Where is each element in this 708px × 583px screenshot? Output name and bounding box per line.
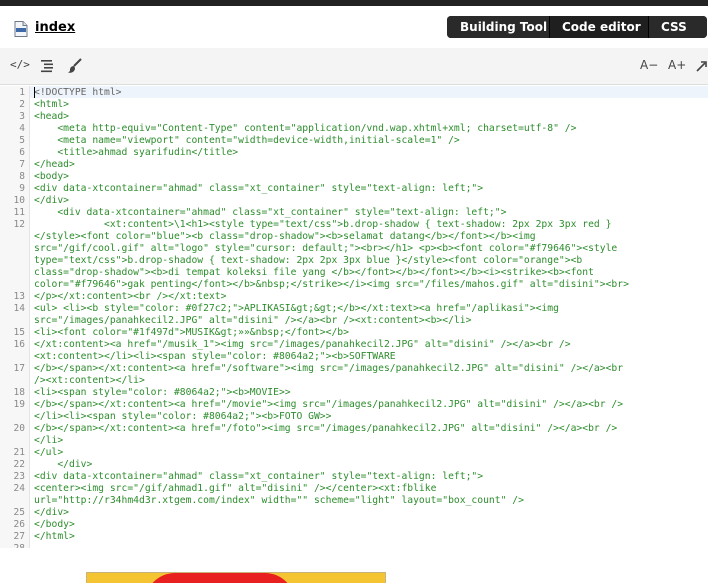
- code-line: </ul>: [34, 447, 64, 458]
- code-line: </head>: [34, 159, 75, 170]
- code-line: </xt:content><a href="/musik_1"><img src…: [34, 339, 571, 350]
- text-cursor: [34, 87, 35, 98]
- font-larger-button[interactable]: A+: [668, 56, 686, 74]
- line-number: 26: [13, 519, 25, 530]
- code-line: <title>ahmad syarifudin</title>: [34, 147, 239, 158]
- code-line: </div>: [34, 195, 69, 206]
- line-number: 6: [19, 147, 25, 158]
- line-number: 27: [13, 531, 25, 542]
- code-line: <xt:content>\1<h1><style type="text/css"…: [34, 219, 612, 230]
- line-number: 4: [19, 123, 25, 134]
- line-number: 16: [13, 339, 25, 350]
- page-title[interactable]: index: [35, 20, 75, 35]
- code-line: type="text/css">b.drop-shadow { text-sha…: [34, 255, 583, 266]
- line-number: 28: [0, 543, 25, 548]
- active-line-highlight: [30, 86, 708, 98]
- line-number: 24: [13, 483, 25, 494]
- line-number: 20: [13, 423, 25, 434]
- code-line: <li><font color="#1f497d">MUSIK&gt;»»&nb…: [34, 327, 349, 338]
- code-line: <!DOCTYPE html>: [34, 87, 122, 98]
- line-number: 10: [13, 195, 25, 206]
- code-line: src="/gif/cool.gif" alt="logo" style="cu…: [34, 243, 618, 254]
- fullscreen-icon[interactable]: [695, 57, 708, 75]
- line-number: 14: [13, 303, 25, 314]
- code-line: </li><li><span style="color: #8064a2;"><…: [34, 411, 332, 422]
- line-number: 3: [19, 111, 25, 122]
- code-line: <ul> <li><b style="color: #0f27c2;">APLI…: [34, 303, 559, 314]
- line-number: 15: [13, 327, 25, 338]
- code-line: </body>: [34, 519, 75, 530]
- line-number: 18: [13, 387, 25, 398]
- preview-thumbnail: [86, 572, 386, 583]
- code-line: <li><span style="color: #8064a2;"><b>MOV…: [34, 387, 291, 398]
- line-number: 23: [13, 471, 25, 482]
- line-number: 17: [13, 363, 25, 374]
- code-line: </style><font color="blue"><b class="dro…: [34, 231, 536, 242]
- line-number-gutter: 1 2 3 4 5 6 7 8 9 10 11 12 13 14 15 16 17 18 19 20 21 22 23 24 2…: [0, 86, 30, 548]
- line-number: 21: [13, 447, 25, 458]
- line-number: 5: [19, 135, 25, 146]
- code-line: </div>: [34, 459, 93, 470]
- line-number: 25: [13, 507, 25, 518]
- brush-icon[interactable]: [67, 57, 83, 75]
- header: index Building Tool Code editor CSS: [0, 6, 708, 48]
- tab-css[interactable]: CSS: [648, 16, 707, 38]
- line-number: 1: [19, 87, 25, 98]
- code-line: </b></span></xt:content><a href="/softwa…: [34, 363, 624, 374]
- tab-code-editor[interactable]: Code editor: [549, 16, 648, 38]
- format-code-icon[interactable]: [40, 57, 56, 75]
- code-line: </p></xt:content><br /></xt:text>: [34, 291, 227, 302]
- code-line: class="drop-shadow"><b>di tempat koleksi…: [34, 267, 594, 278]
- code-line: <body>: [34, 171, 69, 182]
- code-line: </b></span></xt:content><a href="/foto">…: [34, 423, 618, 434]
- code-line: <html>: [34, 99, 69, 110]
- code-line: <div data-xtcontainer="ahmad" class="xt_…: [34, 471, 484, 482]
- code-line: url="http://r34hm4d3r.xtgem.com/index" w…: [34, 495, 524, 506]
- font-smaller-button[interactable]: A−: [640, 56, 658, 74]
- code-line: <center><img src="/gif/ahmad1.gif" alt="…: [34, 483, 437, 494]
- code-line: <head>: [34, 111, 69, 122]
- code-line: <div data-xtcontainer="ahmad" class="xt_…: [34, 183, 484, 194]
- code-editor[interactable]: 1 2 3 4 5 6 7 8 9 10 11 12 13 14 15 16 17 18 19 20 21 22 23 24 2…: [0, 86, 708, 548]
- tab-building-tool[interactable]: Building Tool: [447, 16, 549, 38]
- editor-toolbar: </> A− A+: [0, 48, 708, 85]
- line-number: 12: [13, 219, 25, 230]
- line-number: 22: [13, 459, 25, 470]
- line-number: 19: [13, 399, 25, 410]
- line-number: 8: [19, 171, 25, 182]
- editor-mode-tabs: Building Tool Code editor CSS: [447, 16, 707, 38]
- code-line: </b></span></xt:content><a href="/movie"…: [34, 399, 624, 410]
- code-view-button[interactable]: </>: [10, 56, 30, 74]
- code-line: <xt:content></li><li><span style="color:…: [34, 351, 396, 362]
- code-line: </html>: [34, 531, 75, 542]
- line-number: 2: [19, 99, 25, 110]
- code-line: /><xt:content></li>: [34, 375, 145, 386]
- line-number: 7: [19, 159, 25, 170]
- line-number: 11: [13, 207, 25, 218]
- code-line: <div data-xtcontainer="ahmad" class="xt_…: [34, 207, 507, 218]
- line-number: 9: [19, 183, 25, 194]
- code-line: color="#f79646">gak penting</font></b>&n…: [34, 279, 629, 290]
- code-line: <meta name="viewport" content="width=dev…: [34, 135, 460, 146]
- file-icon: [14, 21, 28, 37]
- code-line: </li>: [34, 435, 64, 446]
- line-number: 13: [13, 291, 25, 302]
- code-line: </div>: [34, 507, 69, 518]
- code-line: src="/images/panahkecil2.JPG" alt="disin…: [34, 315, 472, 326]
- code-line: <meta http-equiv="Content-Type" content=…: [34, 123, 577, 134]
